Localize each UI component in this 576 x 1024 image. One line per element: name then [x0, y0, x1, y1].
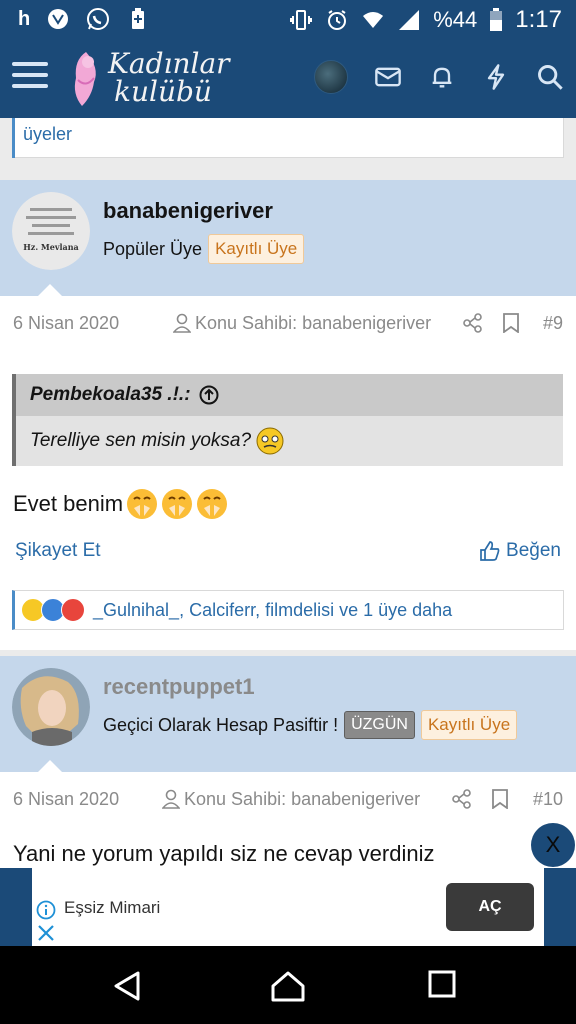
username[interactable]: banabenigeriver	[103, 198, 273, 224]
reaction-summary[interactable]: üyeler	[23, 124, 72, 145]
previous-post-reactions[interactable]: üyeler	[12, 118, 564, 158]
post-user-header: recentpuppet1 Geçici Olarak Hesap Pasift…	[0, 656, 576, 772]
vibrate-icon	[290, 10, 313, 30]
clock: 1:17	[515, 6, 562, 33]
quote-text: Terelliye sen misin yoksa?	[30, 430, 252, 451]
user-title: Geçici Olarak Hesap Pasiftir !	[103, 714, 339, 735]
site-header: Kadınlar kulübü	[0, 40, 576, 118]
quote-block[interactable]: Pembekoala35 .!.: Terelliye sen misin yo…	[12, 374, 563, 466]
thread-owner-label: Konu Sahibi: banabenigeriver	[195, 312, 432, 333]
like-button[interactable]: Beğen	[480, 540, 561, 562]
post-text: Evet benim	[13, 491, 124, 516]
close-icon[interactable]	[37, 924, 55, 942]
alarm-icon	[328, 10, 347, 30]
user-avatar[interactable]: Hz. Mevlana	[12, 192, 90, 270]
post-number[interactable]: #10	[533, 789, 563, 810]
info-icon[interactable]	[36, 900, 56, 920]
ad-banner[interactable]: Eşsiz Mimari AÇ	[32, 868, 544, 946]
reaction-list[interactable]: _Gulnihal_, Calciferr, filmdelisi ve 1 ü…	[12, 590, 564, 630]
close-ad-button[interactable]: X	[531, 823, 575, 867]
post-date[interactable]: 6 Nisan 2020	[13, 789, 119, 810]
battery-icon	[490, 8, 503, 31]
reaction-users[interactable]: _Gulnihal_, Calciferr, filmdelisi ve 1 ü…	[93, 600, 452, 621]
svg-text:Hz. Mevlana: Hz. Mevlana	[23, 242, 79, 252]
share-icon[interactable]	[452, 789, 472, 809]
post-date[interactable]: 6 Nisan 2020	[13, 313, 119, 334]
post-number[interactable]: #9	[543, 313, 563, 334]
post-10: recentpuppet1 Geçici Olarak Hesap Pasift…	[0, 656, 576, 868]
ad-title: Eşsiz Mimari	[64, 898, 161, 917]
user-avatar[interactable]	[12, 668, 90, 746]
quote-author[interactable]: Pembekoala35 .!.:	[30, 384, 191, 406]
post-actions: Şikayet Et Beğen	[0, 536, 576, 572]
thread-owner-label: Konu Sahibi: banabenigeriver	[184, 788, 421, 809]
thumbs-up-icon	[480, 541, 500, 561]
like-label: Beğen	[506, 540, 561, 561]
bookmark-icon[interactable]	[502, 313, 520, 333]
post-meta: 6 Nisan 2020 Konu Sahibi: banabenigerive…	[0, 772, 576, 826]
avatar-image: Hz. Mevlana	[12, 192, 90, 270]
giggle-emoji-icon	[127, 489, 158, 519]
site-logo[interactable]: Kadınlar kulübü	[64, 46, 230, 112]
post-9: Hz. Mevlana banabenigeriver Popüler Üye …	[0, 180, 576, 650]
home-icon[interactable]	[270, 970, 306, 1002]
registered-badge: Kayıtlı Üye	[208, 234, 305, 264]
post-user-header: Hz. Mevlana banabenigeriver Popüler Üye …	[0, 180, 576, 296]
lightning-icon[interactable]	[482, 63, 510, 91]
h-app-icon: h	[18, 7, 31, 30]
giggle-emoji-icon	[162, 489, 193, 519]
thread-content: üyeler Hz. Mevlana banabenigeriver Popül…	[0, 118, 576, 868]
ad-banner-area: Eşsiz Mimari AÇ	[0, 868, 576, 946]
post-meta: 6 Nisan 2020 Konu Sahibi: banabenigerive…	[0, 296, 576, 350]
globe-notification-icon	[48, 9, 69, 29]
logo-title: Kadınlar	[108, 47, 230, 80]
giggle-emoji-icon	[197, 489, 228, 519]
search-icon[interactable]	[536, 63, 564, 91]
battery-saver-icon	[132, 8, 145, 29]
dizzy-face-emoji-icon	[256, 427, 284, 455]
sad-badge: ÜZGÜN	[344, 711, 415, 739]
recent-apps-icon[interactable]	[428, 970, 456, 998]
registered-badge: Kayıtlı Üye	[420, 710, 518, 740]
status-bar: h %44 1:17	[0, 0, 576, 40]
whatsapp-icon	[87, 8, 110, 30]
logo-subtitle: kulübü	[114, 75, 212, 108]
report-link[interactable]: Şikayet Et	[15, 540, 101, 562]
user-avatar[interactable]	[314, 60, 348, 94]
post-body: Yani ne yorum yapıldı siz ne cevap verdi…	[13, 834, 434, 868]
bell-icon[interactable]	[428, 63, 456, 91]
bookmark-icon[interactable]	[491, 789, 509, 809]
battery-percent: %44	[433, 7, 478, 32]
share-icon[interactable]	[463, 313, 483, 333]
wifi-icon	[363, 12, 384, 28]
arrow-up-circle-icon[interactable]	[199, 385, 219, 405]
dislike-reaction-icon	[61, 598, 85, 622]
username[interactable]: recentpuppet1	[103, 674, 255, 700]
back-icon[interactable]	[112, 970, 144, 1002]
avatar-image	[12, 668, 90, 746]
post-body: Evet benim	[13, 484, 228, 524]
system-navigation-bar	[0, 946, 576, 1024]
user-icon	[173, 313, 191, 333]
ad-open-button[interactable]: AÇ	[446, 883, 534, 931]
logo-figure-icon	[74, 52, 96, 106]
inbox-icon[interactable]	[374, 63, 402, 91]
signal-icon	[399, 10, 420, 30]
user-title: Popüler Üye	[103, 238, 203, 259]
user-icon	[162, 789, 180, 809]
menu-icon[interactable]	[12, 62, 48, 92]
post-text: Yani ne yorum yapıldı siz ne cevap verdi…	[13, 841, 435, 866]
